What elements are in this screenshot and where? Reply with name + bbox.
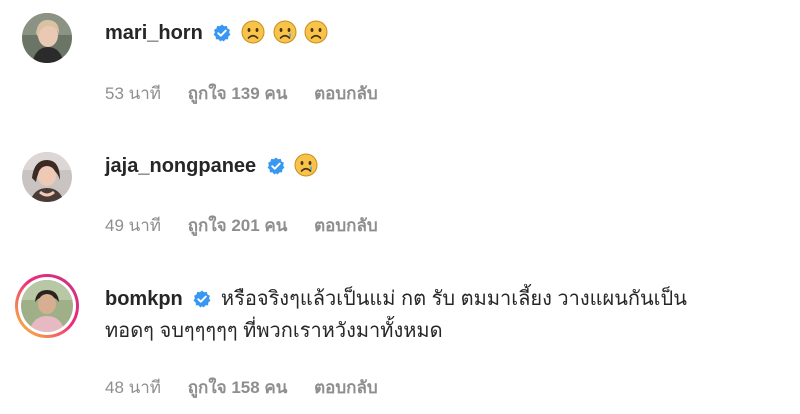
likes-count[interactable]: ถูกใจ 139 คน (188, 84, 288, 103)
reply-button[interactable]: ตอบกลับ (314, 84, 378, 103)
sad-face-emoji-icon (241, 20, 265, 44)
sad-face-emoji-icon (304, 20, 328, 44)
comment-text-continued: ทอดๆ จบๆๆๆๆๆ ที่พวกเราหวังมาทั้งหมด (105, 320, 443, 342)
username[interactable]: jaja_nongpanee (105, 155, 256, 177)
comment-text: หรือจริงๆแล้วเป็นแม่ กต รับ ตมมาเลี้ยง ว… (220, 288, 687, 310)
comment-time[interactable]: 53 นาที (105, 84, 161, 103)
comment-meta: 53 นาที ถูกใจ 139 คน ตอบกลับ (105, 80, 378, 107)
avatar[interactable] (22, 13, 72, 63)
comment-time[interactable]: 48 นาที (105, 378, 161, 397)
verified-badge-icon (193, 290, 211, 308)
comment-meta: 48 นาที ถูกใจ 158 คน ตอบกลับ (105, 374, 378, 401)
avatar-with-story-ring[interactable] (15, 274, 79, 338)
avatar-photo (21, 280, 73, 332)
verified-badge-icon (213, 24, 231, 42)
likes-count[interactable]: ถูกใจ 158 คน (188, 378, 288, 397)
crying-face-emoji-icon (294, 153, 318, 177)
verified-badge-icon (267, 157, 285, 175)
likes-count[interactable]: ถูกใจ 201 คน (188, 216, 288, 235)
username[interactable]: bomkpn (105, 288, 183, 310)
crying-face-emoji-icon (273, 20, 296, 44)
avatar-photo (22, 13, 72, 63)
comment-time[interactable]: 49 นาที (105, 216, 161, 235)
reply-button[interactable]: ตอบกลับ (314, 216, 378, 235)
username[interactable]: mari_horn (105, 22, 203, 44)
reply-button[interactable]: ตอบกลับ (314, 378, 378, 397)
avatar-photo (22, 152, 72, 202)
comment-meta: 49 นาที ถูกใจ 201 คน ตอบกลับ (105, 212, 378, 239)
avatar[interactable] (22, 152, 72, 202)
